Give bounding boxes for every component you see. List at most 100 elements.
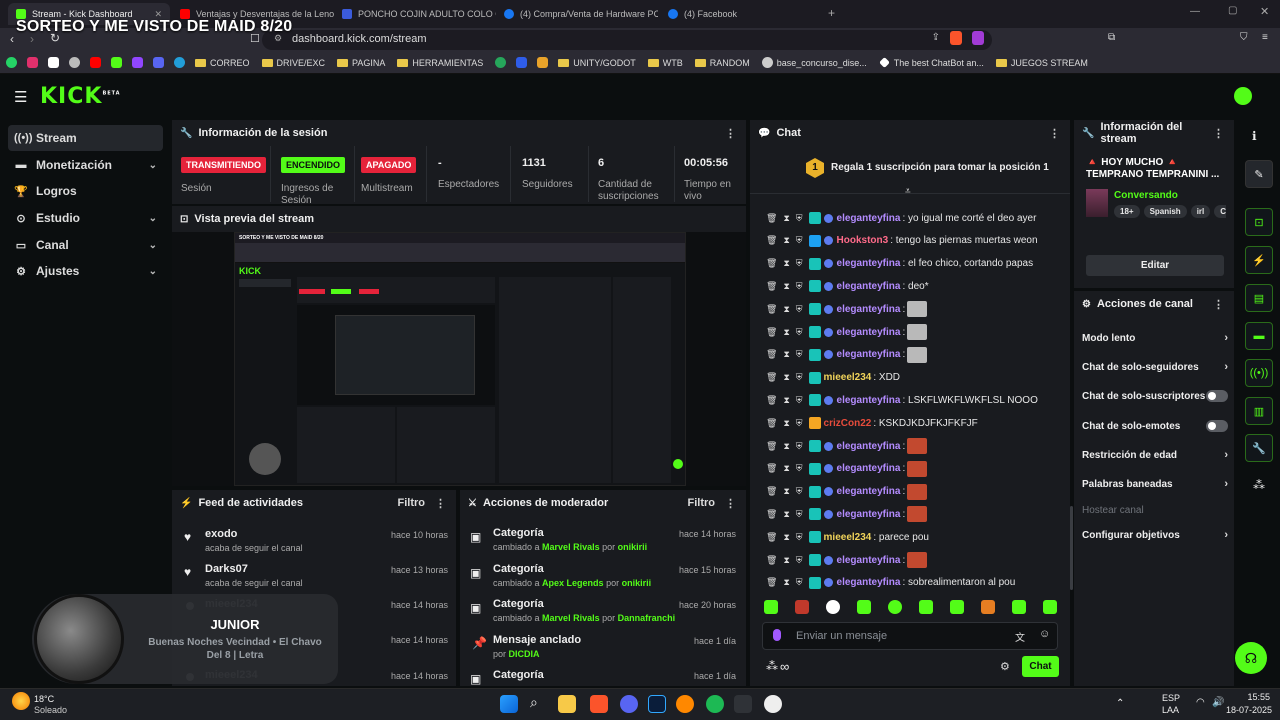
- emote-icon[interactable]: [950, 600, 964, 614]
- info-icon[interactable]: ℹ: [1252, 129, 1257, 143]
- apple-icon[interactable]: [69, 57, 80, 68]
- url-field[interactable]: ⚙ dashboard.kick.com/stream ⇪: [262, 30, 992, 50]
- language-indicator[interactable]: ESP: [1162, 693, 1180, 703]
- windows-start-icon[interactable]: [500, 695, 518, 713]
- bookmark-link[interactable]: base_concurso_dise...: [761, 57, 867, 68]
- instagram-icon[interactable]: [27, 57, 38, 68]
- delete-icon[interactable]: 🗑: [766, 235, 777, 246]
- mod-target[interactable]: Marvel Rivals: [542, 542, 600, 552]
- ban-icon[interactable]: ⛨: [796, 349, 803, 360]
- followers-only-option[interactable]: Chat de solo-seguidores ›: [1082, 358, 1228, 376]
- chat-username[interactable]: eleganteyfina: [837, 395, 901, 406]
- delete-icon[interactable]: 🗑: [766, 441, 777, 452]
- share-icon[interactable]: ⇪: [932, 32, 940, 43]
- brave-rewards-icon[interactable]: [972, 31, 984, 45]
- bookmark-folder[interactable]: DRIVE/EXC: [261, 58, 325, 68]
- delete-icon[interactable]: 🗑: [766, 304, 777, 315]
- ban-icon[interactable]: ⛨: [796, 486, 803, 497]
- timeout-icon[interactable]: ⧗: [783, 486, 789, 497]
- ban-icon[interactable]: ⛨: [796, 235, 803, 246]
- bookmark-folder[interactable]: PAGINA: [337, 58, 385, 68]
- chat-username[interactable]: crizCon22: [824, 418, 872, 429]
- timeout-icon[interactable]: ⧗: [783, 532, 789, 543]
- edit-stream-button[interactable]: Editar: [1086, 255, 1224, 276]
- ban-icon[interactable]: ⛨: [796, 418, 803, 429]
- document-icon[interactable]: ▤: [1245, 284, 1273, 312]
- sidebar-item-canal[interactable]: ▭ Canal ⌄: [8, 232, 163, 258]
- translate-icon[interactable]: 文: [1015, 629, 1025, 644]
- whatsapp-icon[interactable]: [6, 57, 17, 68]
- wrench-icon[interactable]: 🔧: [1245, 434, 1273, 462]
- discord-icon[interactable]: [620, 695, 638, 713]
- tray-chevron-icon[interactable]: ⌃: [1116, 698, 1124, 709]
- x-icon[interactable]: [48, 57, 59, 68]
- bookmark-folder[interactable]: UNITY/GODOT: [558, 58, 636, 68]
- microphone-icon[interactable]: [773, 629, 781, 641]
- delete-icon[interactable]: 🗑: [766, 509, 777, 520]
- clock-time[interactable]: 15:55: [1236, 692, 1270, 702]
- emote-icon[interactable]: [1012, 600, 1026, 614]
- chat-username[interactable]: mieeel234: [824, 372, 872, 383]
- bookmark-link[interactable]: The best ChatBot an...: [878, 57, 984, 68]
- new-tab-icon[interactable]: +: [828, 6, 835, 20]
- chat-username[interactable]: eleganteyfina: [837, 577, 901, 588]
- bookmark-site-icon[interactable]: [495, 57, 507, 68]
- camera-icon[interactable]: ⊡: [1245, 208, 1273, 236]
- menu-icon[interactable]: ≡: [1262, 32, 1268, 43]
- send-chat-button[interactable]: Chat: [1022, 656, 1059, 677]
- emote-icon[interactable]: [1043, 600, 1057, 614]
- slow-mode-option[interactable]: Modo lento ›: [1082, 329, 1228, 347]
- ban-icon[interactable]: ⛨: [796, 555, 803, 566]
- filter-button[interactable]: Filtro: [398, 497, 426, 509]
- wifi-icon[interactable]: ◠: [1196, 697, 1205, 708]
- category-thumbnail[interactable]: [1086, 189, 1108, 217]
- bookmark-folder[interactable]: HERRAMIENTAS: [397, 58, 483, 68]
- tab-facebook-hardware[interactable]: (4) Compra/Venta de Hardware PC: [496, 3, 658, 25]
- spotify-icon[interactable]: [706, 695, 724, 713]
- emote-icon[interactable]: [919, 600, 933, 614]
- chat-username[interactable]: eleganteyfina: [837, 213, 901, 224]
- ban-icon[interactable]: ⛨: [796, 372, 803, 383]
- more-options-icon[interactable]: ⋮: [1213, 298, 1224, 311]
- delete-icon[interactable]: 🗑: [766, 532, 777, 543]
- brave-icon[interactable]: [590, 695, 608, 713]
- behance-icon[interactable]: [516, 57, 528, 68]
- more-options-icon[interactable]: ⋮: [1049, 127, 1060, 140]
- mod-target[interactable]: Marvel Rivals: [542, 613, 600, 623]
- chat-username[interactable]: eleganteyfina: [837, 509, 901, 520]
- shield-icon[interactable]: ⛉: [1240, 32, 1248, 43]
- emote-icon[interactable]: [857, 600, 871, 614]
- lightning-icon[interactable]: ⚡: [1245, 246, 1273, 274]
- tab-facebook[interactable]: (4) Facebook: [660, 3, 822, 25]
- bookmark-site-icon[interactable]: [537, 57, 549, 68]
- search-icon[interactable]: ⌕: [530, 694, 538, 711]
- chat-icon[interactable]: ▬: [1245, 322, 1273, 350]
- ban-icon[interactable]: ⛨: [796, 258, 803, 269]
- timeout-icon[interactable]: ⧗: [783, 441, 789, 452]
- chat-username[interactable]: eleganteyfina: [837, 441, 901, 452]
- sidebar-item-monetizacion[interactable]: ▬ Monetización ⌄: [8, 152, 163, 178]
- delete-icon[interactable]: 🗑: [766, 372, 777, 383]
- ban-icon[interactable]: ⛨: [796, 463, 803, 474]
- kick-logo[interactable]: KICKBETA: [40, 84, 121, 109]
- file-explorer-icon[interactable]: [558, 695, 576, 713]
- emote-icon[interactable]: [795, 600, 809, 614]
- collapse-icon[interactable]: ⩡: [905, 186, 911, 197]
- more-options-icon[interactable]: ⋮: [725, 497, 736, 510]
- chat-username[interactable]: eleganteyfina: [837, 555, 901, 566]
- mod-user[interactable]: Dannafranchi: [618, 613, 676, 623]
- maximize-icon[interactable]: ▢: [1228, 5, 1237, 16]
- photoshop-icon[interactable]: [648, 695, 666, 713]
- ban-icon[interactable]: ⛨: [796, 509, 803, 520]
- delete-icon[interactable]: 🗑: [766, 327, 777, 338]
- chat-scrollbar[interactable]: [1070, 506, 1073, 590]
- delete-icon[interactable]: 🗑: [766, 418, 777, 429]
- timeout-icon[interactable]: ⧗: [783, 577, 789, 588]
- delete-icon[interactable]: 🗑: [766, 281, 777, 292]
- ban-icon[interactable]: ⛨: [796, 281, 803, 292]
- sidebar-item-ajustes[interactable]: ⚙ Ajustes ⌄: [8, 258, 163, 284]
- bookmark-folder[interactable]: JUEGOS STREAM: [995, 58, 1088, 68]
- configure-goals-option[interactable]: Configurar objetivos ›: [1082, 526, 1228, 544]
- chat-username[interactable]: eleganteyfina: [837, 258, 901, 269]
- support-button[interactable]: ☊: [1235, 642, 1267, 674]
